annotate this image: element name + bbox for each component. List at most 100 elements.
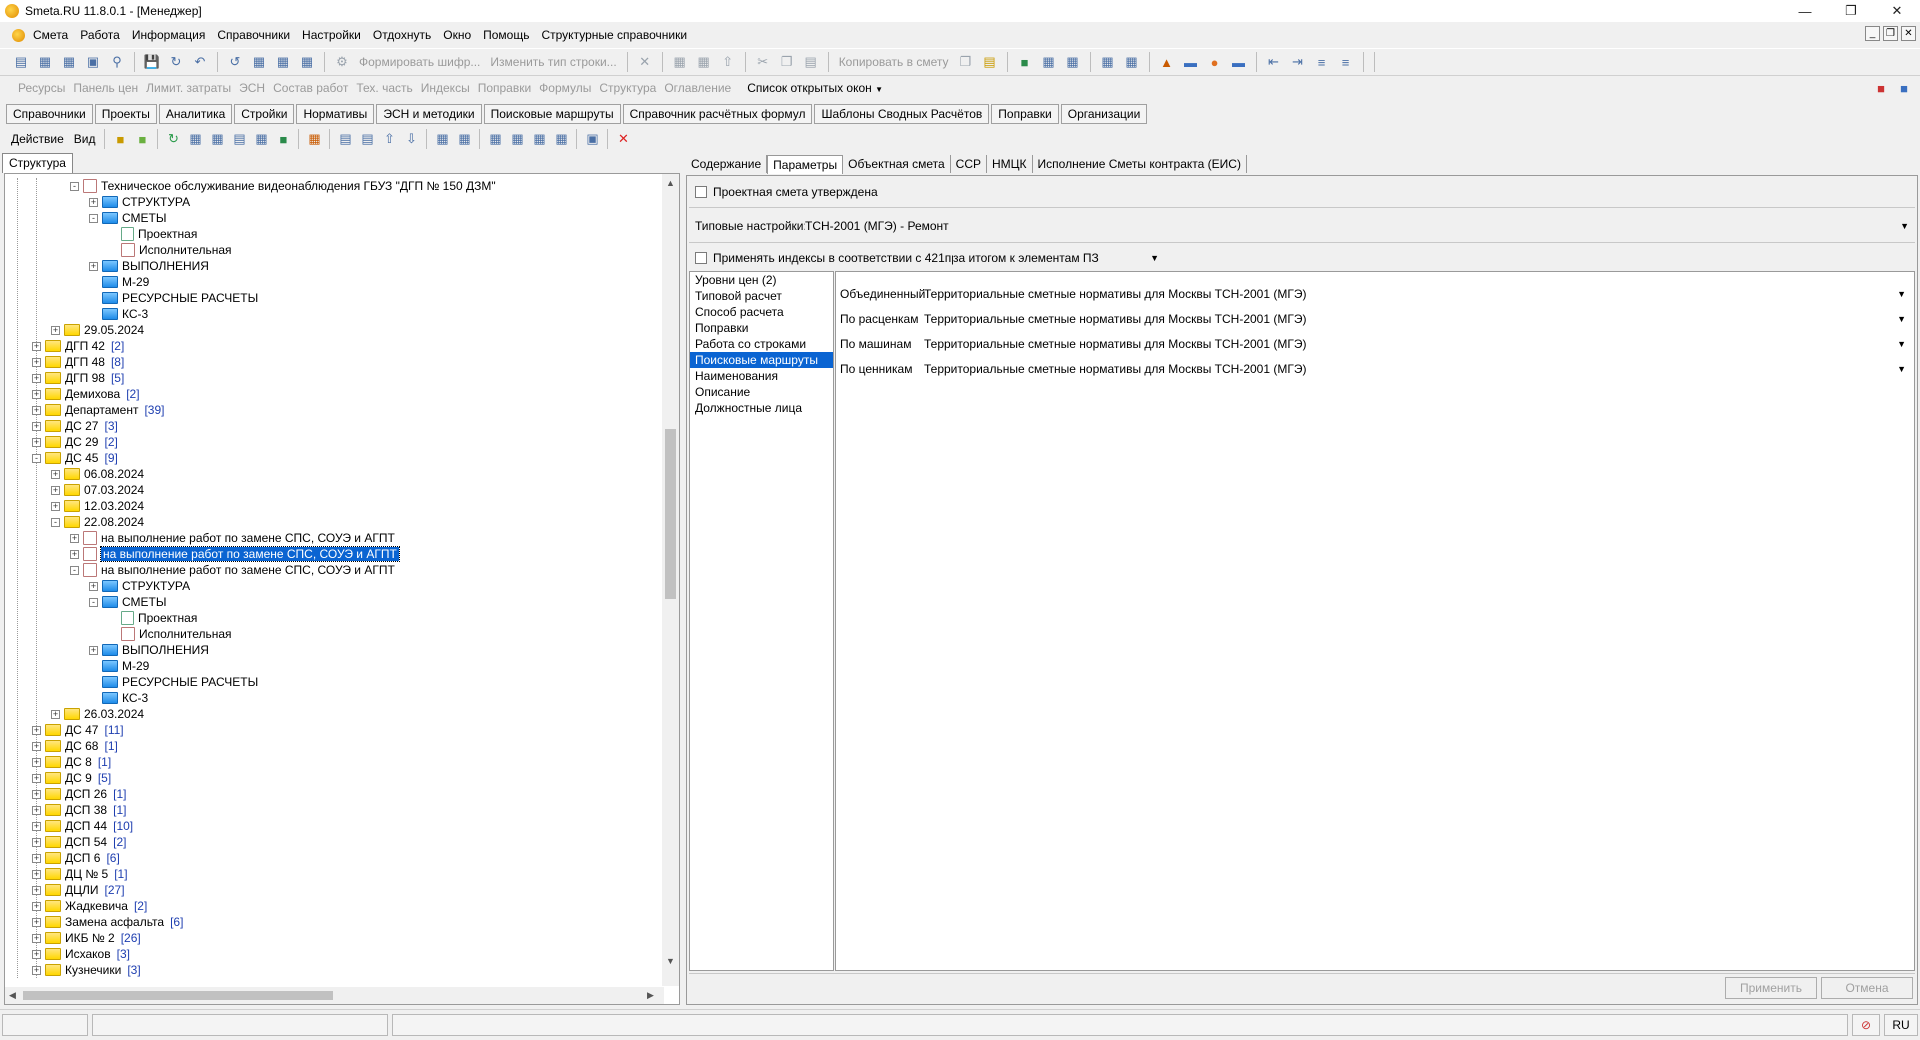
tab-projects[interactable]: Проекты (94, 104, 157, 124)
tree-node[interactable]: + Жадкевича [2] (32, 898, 147, 914)
tree-node[interactable]: + Кузнечики [3] (32, 962, 141, 978)
tab-ssr[interactable]: ССР (951, 155, 988, 173)
export-pp-icon[interactable]: ▦ (528, 128, 550, 150)
menu-item-references[interactable]: Справочники (211, 28, 296, 42)
menu-item-rest[interactable]: Отдохнуть (367, 28, 437, 42)
expand-icon[interactable]: + (32, 373, 41, 383)
hscroll-thumb[interactable] (23, 991, 333, 1000)
expand-icon[interactable]: + (89, 645, 98, 655)
tree-node[interactable]: + ДС 29 [2] (32, 434, 118, 450)
work-composition-button[interactable]: Состав работ (269, 81, 352, 95)
tree-node[interactable]: + ДЦ № 5 [1] (32, 866, 128, 882)
tree-node[interactable]: - ДС 45 [9] (32, 450, 118, 466)
copy-small-icon[interactable]: ❐ (955, 51, 977, 73)
tab-organizations[interactable]: Организации (1060, 104, 1148, 124)
page-copy-icon[interactable]: ▤ (356, 128, 378, 150)
tree-node[interactable]: + Исхаков [3] (32, 946, 130, 962)
tree-node[interactable]: + ДСП 38 [1] (32, 802, 126, 818)
undo-icon[interactable]: ↶ (189, 51, 211, 73)
doc-icon[interactable]: ▤ (228, 128, 250, 150)
paste-icon[interactable]: ▤ (800, 51, 822, 73)
books-red-icon[interactable]: ■ (1870, 77, 1892, 99)
expand-icon[interactable]: + (70, 549, 79, 559)
apply-button[interactable]: Применить (1725, 977, 1817, 999)
upload-icon[interactable]: ⇧ (717, 51, 739, 73)
typical-settings-combo[interactable]: ТСН-2001 (МГЭ) - Ремонт ▼ (805, 217, 1913, 235)
cancel-button[interactable]: Отмена (1821, 977, 1913, 999)
nav-item-search-routes[interactable]: Поисковые маршруты (690, 352, 833, 368)
expand-icon[interactable]: + (51, 469, 60, 479)
expand-icon[interactable]: + (89, 261, 98, 271)
expand-icon[interactable]: + (32, 357, 41, 367)
nav-item-officials[interactable]: Должностные лица (690, 400, 833, 416)
contents-button[interactable]: Оглавление (660, 81, 735, 95)
move-icon[interactable]: ▦ (669, 51, 691, 73)
tab-references[interactable]: Справочники (6, 104, 93, 124)
expand-icon[interactable]: + (51, 709, 60, 719)
expand-icon[interactable]: + (32, 389, 41, 399)
folder-up-icon[interactable]: ■ (109, 128, 131, 150)
tree-node[interactable]: +26.03.2024 (51, 706, 144, 722)
esn-button[interactable]: ЭСН (235, 81, 269, 95)
tree-node[interactable]: + ДСП 6 [6] (32, 850, 120, 866)
redo-icon[interactable]: ↺ (224, 51, 246, 73)
nav-item-calc-method[interactable]: Способ расчета (690, 304, 833, 320)
expand-icon[interactable]: + (89, 581, 98, 591)
expand-icon[interactable]: + (32, 965, 41, 975)
scroll-down-icon[interactable]: ▼ (666, 956, 675, 966)
refresh-tree-icon[interactable]: ↻ (162, 128, 184, 150)
nav-item-description[interactable]: Описание (690, 384, 833, 400)
tree-node[interactable]: РЕСУРСНЫЕ РАСЧЕТЫ (89, 674, 258, 690)
approved-checkbox[interactable] (695, 186, 707, 198)
grid-copy-icon[interactable]: ▦ (272, 51, 294, 73)
change-type-button[interactable]: Изменить тип строки... (486, 55, 620, 69)
delete-red-icon[interactable]: ✕ (612, 128, 634, 150)
mdi-minimize-icon[interactable]: _ (1865, 26, 1880, 41)
tab-nmck[interactable]: НМЦК (987, 155, 1033, 173)
helmet-icon[interactable]: ● (1204, 51, 1226, 73)
menu-item-info[interactable]: Информация (126, 28, 211, 42)
tree-node[interactable]: + ДС 47 [11] (32, 722, 124, 738)
minimize-icon[interactable]: — (1782, 0, 1828, 22)
tree-node[interactable]: М-29 (89, 274, 149, 290)
align-left-icon[interactable]: ≡ (1311, 51, 1333, 73)
tree-vertical-scrollbar[interactable]: ▲ ▼ (662, 174, 679, 986)
expand-icon[interactable]: + (32, 405, 41, 415)
collapse-icon[interactable]: - (89, 597, 98, 607)
tab-search-routes[interactable]: Поисковые маршруты (483, 104, 621, 124)
table-icon[interactable]: ▦ (58, 51, 80, 73)
tree-node[interactable]: + ДСП 26 [1] (32, 786, 126, 802)
nav-item-corrections[interactable]: Поправки (690, 320, 833, 336)
tree-node[interactable]: Проектная (108, 610, 197, 626)
building2-icon[interactable]: ▦ (206, 128, 228, 150)
expand-icon[interactable]: + (70, 533, 79, 543)
collapse-icon[interactable]: - (51, 517, 60, 527)
tab-contents[interactable]: Содержание (686, 155, 768, 173)
scroll-up-icon[interactable]: ▲ (666, 178, 675, 188)
expand-icon[interactable]: + (32, 933, 41, 943)
collapse-icon[interactable]: - (89, 213, 98, 223)
truck-icon[interactable]: ▬ (1180, 51, 1202, 73)
expand-icon[interactable]: + (32, 757, 41, 767)
tree-node[interactable]: + на выполнение работ по замене СПС, СОУЭ… (70, 530, 395, 546)
tree-node[interactable]: Проектная (108, 226, 197, 242)
calc-icon[interactable]: ▣ (82, 51, 104, 73)
tree-node[interactable]: + ДСП 54 [2] (32, 834, 126, 850)
tab-parameters[interactable]: Параметры (767, 154, 844, 174)
tab-analytics[interactable]: Аналитика (158, 104, 233, 124)
tree-node[interactable]: Исполнительная (108, 242, 232, 258)
menu-item-window[interactable]: Окно (437, 28, 477, 42)
expand-icon[interactable]: + (32, 837, 41, 847)
tree-node[interactable]: + ДС 68 [1] (32, 738, 118, 754)
corrections-button[interactable]: Поправки (474, 81, 535, 95)
tree-node[interactable]: + ДГП 98 [5] (32, 370, 124, 386)
tree-node[interactable]: + ИКБ № 2 [26] (32, 930, 141, 946)
expand-icon[interactable]: + (32, 853, 41, 863)
route-row[interactable]: По машинам Территориальные сметные норма… (840, 334, 1910, 354)
arrow-up-icon[interactable]: ⇧ (378, 128, 400, 150)
nav-item-names[interactable]: Наименования (690, 368, 833, 384)
tree-node[interactable]: +12.03.2024 (51, 498, 144, 514)
tree-node[interactable]: + Демихова [2] (32, 386, 140, 402)
nav-item-price-levels[interactable]: Уровни цен (2) (690, 272, 833, 288)
arrow-down-icon[interactable]: ⇩ (400, 128, 422, 150)
